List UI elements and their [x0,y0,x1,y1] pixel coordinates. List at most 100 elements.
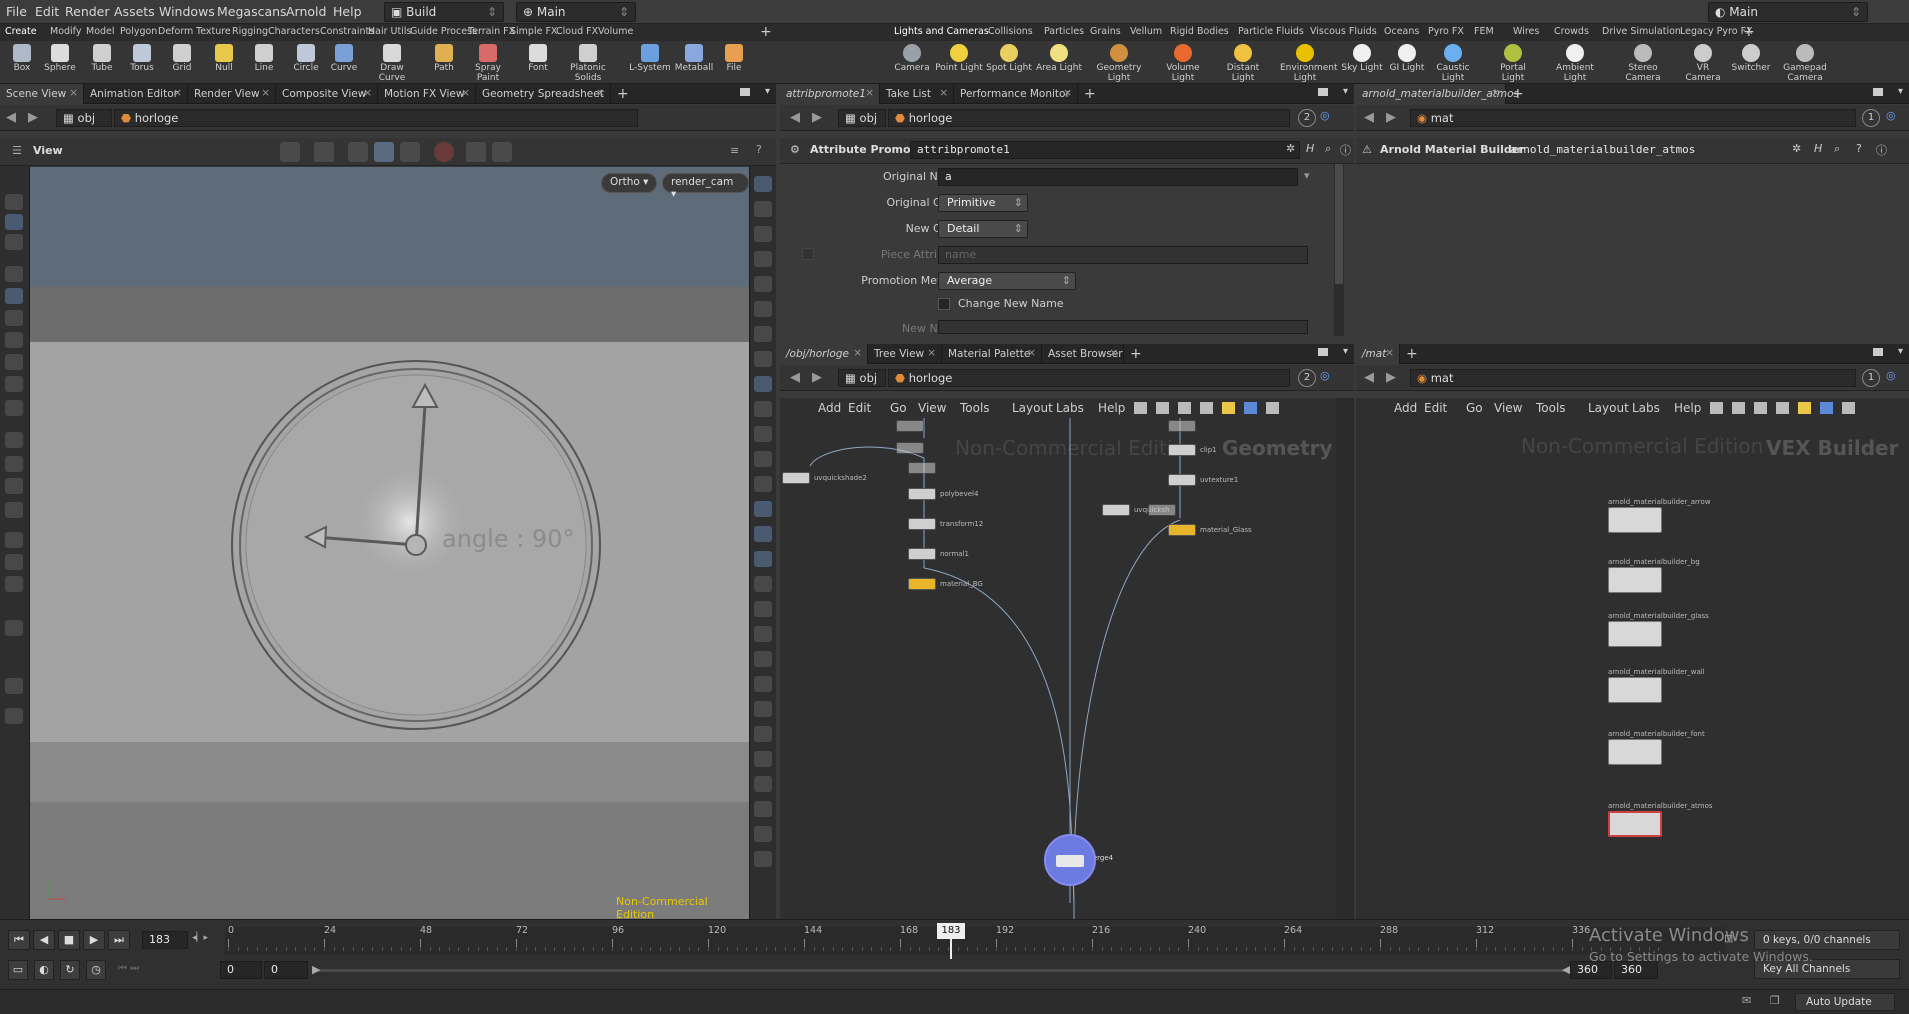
pane-tab-performance-monitor[interactable]: Performance Monitor × [954,84,1078,104]
shelf-tab-model[interactable]: Model [86,26,115,37]
link-icon[interactable]: ◎ [1320,109,1330,122]
pane-menu-icon[interactable] [1873,348,1883,356]
auto-update-menu[interactable]: Auto Update [1795,993,1895,1011]
copy-icon[interactable]: ❐ [1770,994,1780,1007]
menu-layout[interactable]: Layout [1588,401,1629,415]
link-icon[interactable]: ◎ [1886,369,1896,382]
render-icon[interactable] [5,576,23,592]
shelf-tab-pyro-fx[interactable]: Pyro FX [1428,26,1464,37]
change-new-name-checkbox[interactable] [938,298,950,310]
pin-badge[interactable]: 1 [1862,109,1880,127]
promotion-method-menu[interactable]: Average ⇕ [938,272,1076,290]
pin-badge[interactable]: 2 [1298,369,1316,387]
original-name-field[interactable]: a [938,168,1298,186]
display-option-icon[interactable] [754,576,772,592]
search-icon[interactable]: ⌕ [1325,142,1331,156]
menu-tools[interactable]: Tools [1536,401,1566,415]
close-icon[interactable]: × [927,347,936,359]
link-icon[interactable]: ◎ [1320,369,1330,382]
clock-toggle[interactable]: ◷ [86,960,106,980]
forward-arrow-icon[interactable]: ▶ [812,370,822,385]
shelf-tool-camera[interactable]: Camera [887,44,937,84]
camera-icon[interactable] [466,142,486,162]
shelf-tab-create[interactable]: Create [5,26,37,37]
menu-megascans[interactable]: Megascans [217,4,287,19]
shelf-tool-gi-light[interactable]: GI Light [1382,44,1432,84]
pane-menu-icon[interactable] [1873,88,1883,96]
pane-tab-motion-fx-view[interactable]: Motion FX View × [378,84,476,104]
display-option-icon[interactable] [754,751,772,767]
menu-add[interactable]: Add [1394,401,1417,415]
pane-tab-take-list[interactable]: Take List × [880,84,954,104]
view-menu-icon[interactable]: ☰ [12,144,22,157]
pane-tab-attribpromote1[interactable]: attribpromote1 × [780,84,880,104]
shelf-tool-point-light[interactable]: Point Light [934,44,984,84]
snap-icon[interactable] [374,142,394,162]
lamp-icon[interactable] [5,678,23,694]
shelf-tab-particle-fluids[interactable]: Particle Fluids [1238,26,1304,37]
pane-tab-material-palette[interactable]: Material Palette × [942,344,1042,364]
add-shelf-tab-icon[interactable]: + [1743,24,1755,40]
shelf-tab-vellum[interactable]: Vellum [1130,26,1162,37]
close-icon[interactable]: × [939,87,948,99]
display-option-icon[interactable] [754,226,772,242]
display-option-icon[interactable] [754,401,772,417]
network-node[interactable] [908,578,936,590]
shelf-tool-line[interactable]: Line [242,44,286,84]
shelf-tool-gamepad-camera[interactable]: Gamepad Camera [1780,44,1830,84]
close-icon[interactable]: × [865,87,874,99]
shelf-tool-switcher[interactable]: Switcher [1726,44,1776,84]
grid-icon[interactable] [1754,402,1767,414]
piece-attribute-field[interactable]: name [938,246,1308,264]
select-icon[interactable] [5,194,23,210]
display-option-icon[interactable] [754,676,772,692]
display-option-icon[interactable] [754,326,772,342]
add-tab-icon[interactable]: + [1130,346,1142,362]
shelf-tool-vr-camera[interactable]: VR Camera [1678,44,1728,84]
display-option-icon[interactable] [754,201,772,217]
shelf-tool-path[interactable]: Path [422,44,466,84]
pane-tab-obj-horloge[interactable]: /obj/horloge × [780,344,868,364]
info-icon[interactable]: ⓘ [1340,142,1351,158]
paint-icon[interactable] [5,310,23,326]
mat-node[interactable] [1608,621,1662,647]
network-node[interactable] [908,488,936,500]
shelf-tool-torus[interactable]: Torus [120,44,164,84]
shelf-tab-rigid-bodies[interactable]: Rigid Bodies [1170,26,1229,37]
path-obj[interactable]: ▦ obj [56,109,112,127]
display-option-icon[interactable] [754,526,772,542]
palette-icon[interactable] [1798,402,1811,414]
close-icon[interactable]: × [461,87,470,99]
shelf-tool-sky-light[interactable]: Sky Light [1337,44,1387,84]
original-class-menu[interactable]: Primitive ⇕ [938,194,1028,212]
shelf-tab-oceans[interactable]: Oceans [1384,26,1419,37]
help-icon[interactable]: ? [756,143,762,156]
pane-tab-asset-browser[interactable]: Asset Browser × [1042,344,1124,364]
pane-tab-render-view[interactable]: Render View × [188,84,276,104]
shelf-tool-font[interactable]: Font [516,44,560,84]
view-icon[interactable] [5,456,23,472]
add-tab-icon[interactable]: + [617,86,629,102]
shelf-tab-volume[interactable]: Volume [598,26,633,37]
pane-tab-animation-editor[interactable]: Animation Editor × [84,84,188,104]
pane-tab-geometry-spreadsheet[interactable]: Geometry Spreadsheet × [476,84,611,104]
snap-icon[interactable] [5,502,23,518]
audio-toggle[interactable]: ◐ [34,960,54,980]
pane-options-icon[interactable]: ▾ [765,86,770,97]
keys-channels-menu[interactable]: 0 keys, 0/0 channels [1754,930,1900,950]
shelf-tool-volume-light[interactable]: Volume Light [1158,44,1208,84]
chat-icon[interactable]: ✉ [1742,994,1751,1007]
shelf-tab-fem[interactable]: FEM [1474,26,1494,37]
bowl-icon[interactable] [5,708,23,724]
network-node-faded[interactable] [896,442,924,454]
network-node[interactable] [908,518,936,530]
timeline-bar[interactable]: 0 24 48 72 96 120 144 168 192 216 240 264 288 312 336 [225,925,1725,955]
record-icon[interactable] [434,142,454,162]
display-option-icon[interactable] [754,826,772,842]
help-icon[interactable]: ? [1856,142,1862,155]
search-icon[interactable]: ⌕ [1834,142,1840,156]
lock-icon[interactable] [5,288,23,304]
pane-tab-arnold-materialbuilder-atmos[interactable]: arnold_materialbuilder_atmos × [1356,84,1519,104]
shelf-tab-wires[interactable]: Wires [1513,26,1539,37]
shelf-tool-spray-paint[interactable]: Spray Paint [466,44,510,84]
